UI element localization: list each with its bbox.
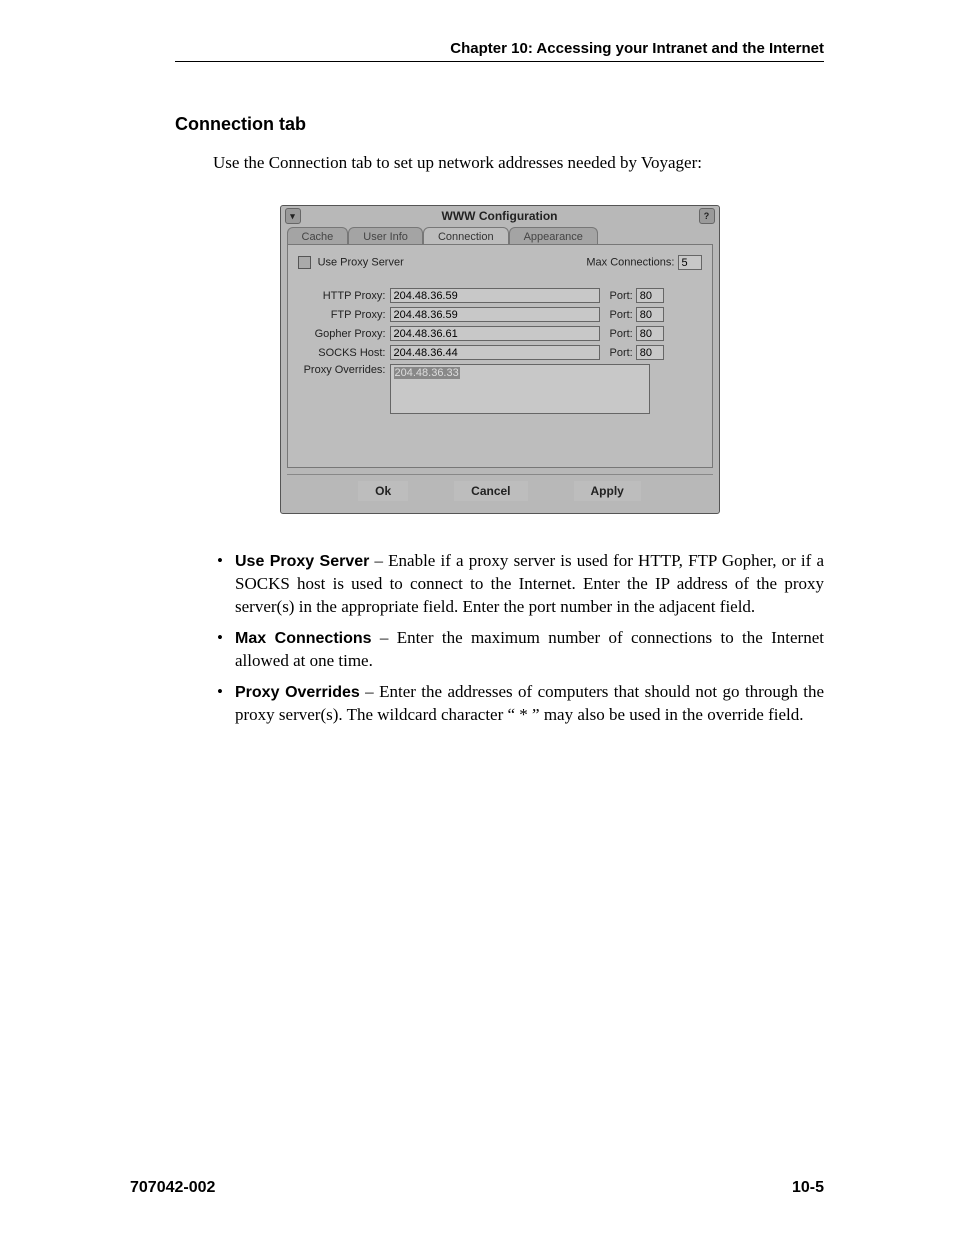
socks-port-label: Port:: [610, 347, 633, 359]
cancel-button[interactable]: Cancel: [454, 481, 527, 501]
gopher-port-input[interactable]: [636, 326, 664, 341]
doc-number: 707042-002: [130, 1179, 215, 1197]
tab-user-info[interactable]: User Info: [348, 227, 423, 245]
bullet-use-proxy: Use Proxy Server – Enable if a proxy ser…: [213, 550, 824, 619]
bullet-proxy-overrides: Proxy Overrides – Enter the addresses of…: [213, 681, 824, 727]
intro-text: Use the Connection tab to set up network…: [213, 153, 824, 173]
tab-cache[interactable]: Cache: [287, 227, 349, 245]
help-icon[interactable]: ?: [699, 208, 715, 224]
bullet-max-connections: Max Connections – Enter the maximum numb…: [213, 627, 824, 673]
ftp-port-input[interactable]: [636, 307, 664, 322]
apply-button[interactable]: Apply: [574, 481, 641, 501]
use-proxy-checkbox[interactable]: [298, 256, 311, 269]
http-port-input[interactable]: [636, 288, 664, 303]
proxy-overrides-label: Proxy Overrides:: [298, 364, 390, 376]
page-number: 10-5: [792, 1179, 824, 1197]
term-proxy-overrides: Proxy Overrides: [235, 684, 360, 701]
window-title: WWW Configuration: [301, 209, 699, 223]
socks-port-input[interactable]: [636, 345, 664, 360]
term-max-connections: Max Connections: [235, 630, 372, 647]
http-proxy-input[interactable]: [390, 288, 600, 303]
gopher-proxy-label: Gopher Proxy:: [298, 328, 390, 340]
use-proxy-label: Use Proxy Server: [318, 256, 404, 268]
max-connections-input[interactable]: [678, 255, 702, 270]
ftp-proxy-label: FTP Proxy:: [298, 309, 390, 321]
description-list: Use Proxy Server – Enable if a proxy ser…: [213, 550, 824, 727]
tab-connection[interactable]: Connection: [423, 227, 509, 245]
socks-host-input[interactable]: [390, 345, 600, 360]
proxy-overrides-input[interactable]: 204.48.36.33: [390, 364, 650, 414]
http-port-label: Port:: [610, 290, 633, 302]
http-proxy-label: HTTP Proxy:: [298, 290, 390, 302]
ok-button[interactable]: Ok: [358, 481, 408, 501]
gopher-proxy-input[interactable]: [390, 326, 600, 341]
section-heading: Connection tab: [175, 114, 824, 135]
tab-bar: Cache User Info Connection Appearance: [281, 226, 719, 244]
ftp-port-label: Port:: [610, 309, 633, 321]
dialog-button-bar: Ok Cancel Apply: [287, 474, 713, 509]
socks-host-label: SOCKS Host:: [298, 347, 390, 359]
connection-panel: Use Proxy Server Max Connections: HTTP P…: [287, 244, 713, 468]
www-config-dialog-figure: ▾ WWW Configuration ? Cache User Info Co…: [280, 205, 720, 514]
max-connections-row: Max Connections:: [586, 255, 701, 270]
www-config-window: ▾ WWW Configuration ? Cache User Info Co…: [280, 205, 720, 514]
gopher-port-label: Port:: [610, 328, 633, 340]
page-footer: 707042-002 10-5: [130, 1179, 824, 1197]
chapter-header: Chapter 10: Accessing your Intranet and …: [175, 40, 824, 62]
use-proxy-row: Use Proxy Server: [298, 256, 404, 269]
window-menu-icon[interactable]: ▾: [285, 208, 301, 224]
max-connections-label: Max Connections:: [586, 257, 674, 269]
proxy-overrides-value: 204.48.36.33: [394, 367, 460, 379]
ftp-proxy-input[interactable]: [390, 307, 600, 322]
tab-appearance[interactable]: Appearance: [509, 227, 598, 245]
term-use-proxy: Use Proxy Server: [235, 553, 369, 570]
